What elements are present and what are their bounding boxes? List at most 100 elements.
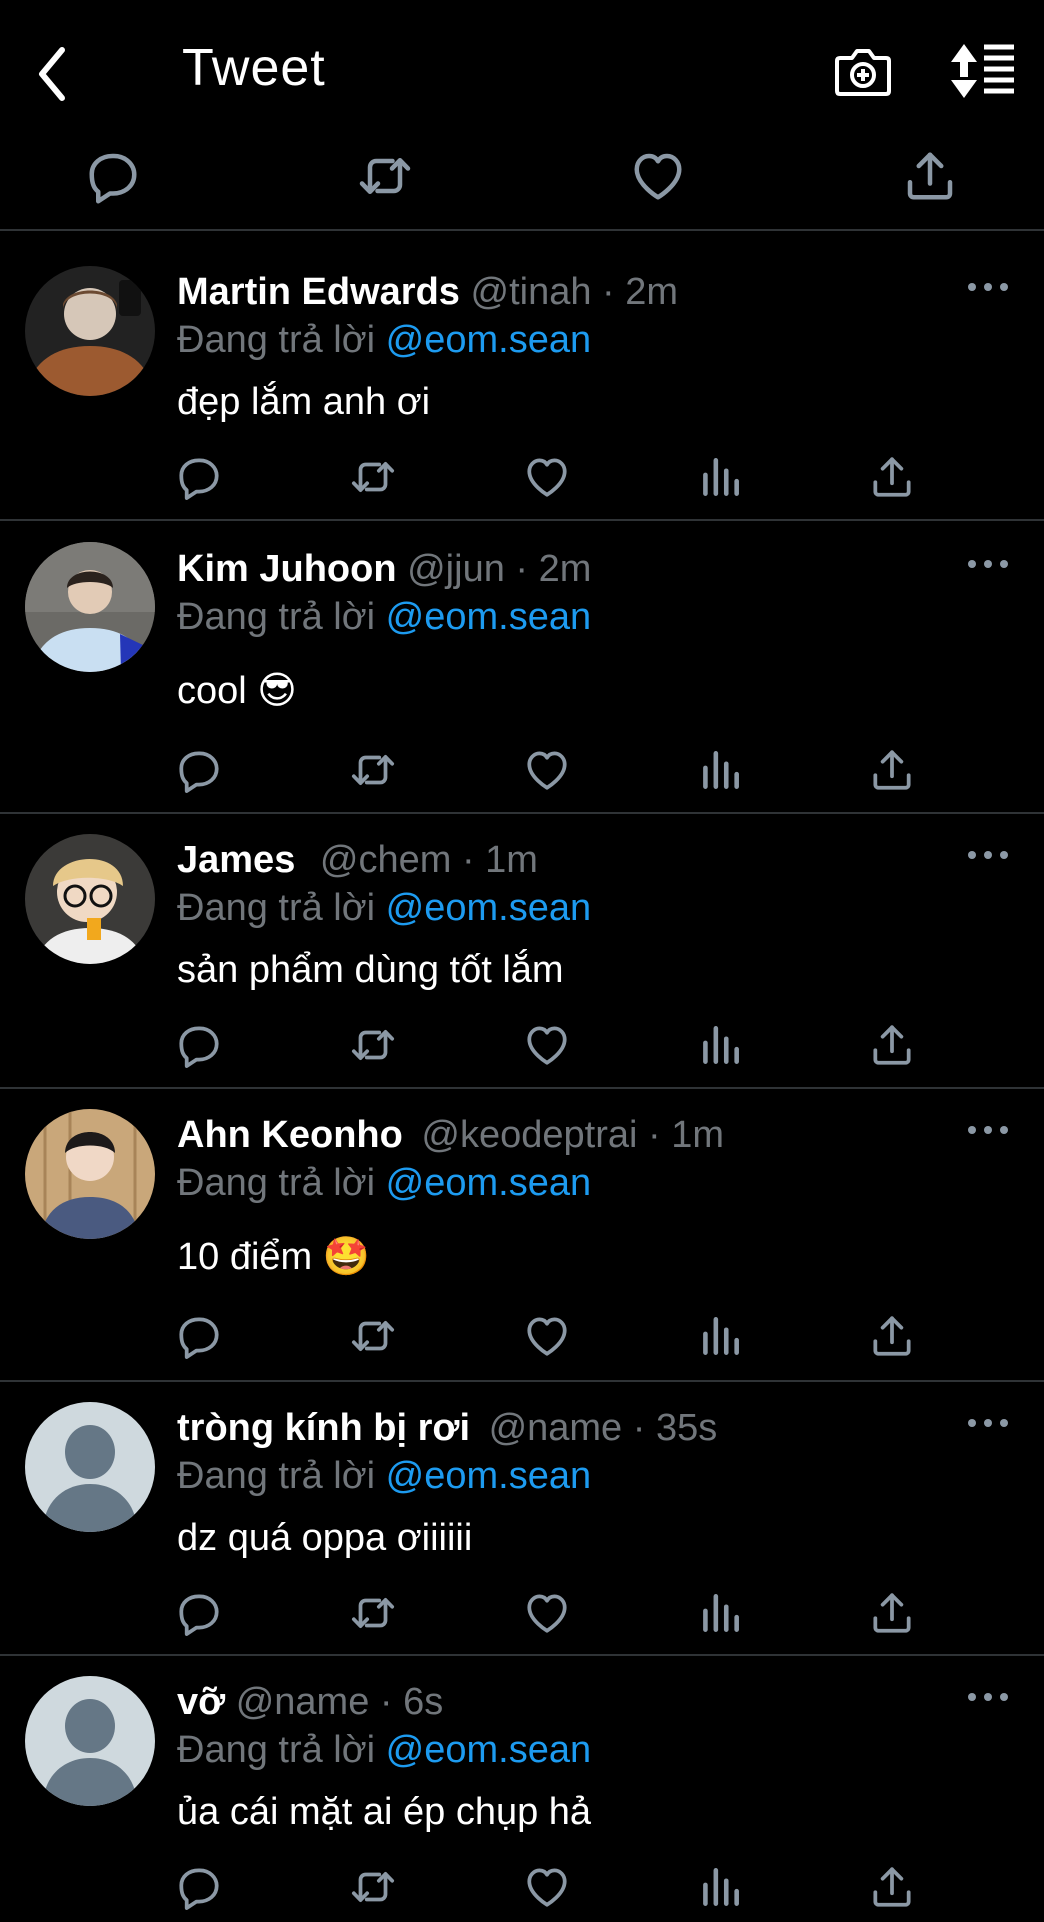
camera-button[interactable] bbox=[832, 40, 894, 102]
avatar[interactable] bbox=[25, 1676, 155, 1806]
retweet-button[interactable] bbox=[348, 452, 398, 502]
reply-tweet[interactable]: Martin Edwards @tinah · 2m Đang trả lời … bbox=[0, 232, 1044, 520]
avatar[interactable] bbox=[25, 1402, 155, 1532]
timestamp[interactable]: 35s bbox=[656, 1407, 717, 1449]
display-name[interactable]: James bbox=[177, 839, 295, 881]
share-button[interactable] bbox=[867, 1588, 917, 1638]
timestamp[interactable]: 1m bbox=[485, 839, 538, 881]
user-handle[interactable]: @keodeptrai bbox=[421, 1114, 637, 1156]
sort-button[interactable] bbox=[948, 40, 1018, 102]
stats-icon bbox=[695, 745, 745, 795]
replying-to-label: Đang trả lời bbox=[177, 1162, 376, 1204]
like-button[interactable] bbox=[522, 1588, 572, 1638]
separator: · bbox=[591, 271, 626, 313]
tweet-header: Martin Edwards @tinah · 2m bbox=[177, 268, 678, 316]
analytics-button[interactable] bbox=[695, 1020, 745, 1070]
replying-to: Đang trả lời @eom.sean bbox=[177, 1159, 591, 1207]
like-button[interactable] bbox=[522, 745, 572, 795]
like-button[interactable] bbox=[522, 1020, 572, 1070]
back-button[interactable] bbox=[30, 38, 80, 108]
more-options-button[interactable] bbox=[966, 1686, 1010, 1708]
reply-tweet[interactable]: Kim Juhoon @jjun · 2m Đang trả lời @eom.… bbox=[0, 505, 1044, 815]
analytics-button[interactable] bbox=[695, 745, 745, 795]
mention-link[interactable]: @eom.sean bbox=[386, 1729, 591, 1771]
analytics-button[interactable] bbox=[695, 1311, 745, 1361]
more-options-button[interactable] bbox=[966, 1119, 1010, 1141]
stats-icon bbox=[695, 1862, 745, 1912]
retweet-button[interactable] bbox=[348, 1311, 398, 1361]
retweet-button[interactable] bbox=[348, 1862, 398, 1912]
avatar[interactable] bbox=[25, 266, 155, 396]
reply-tweet[interactable]: vỡ @name · 6s Đang trả lời @eom.sean ủa … bbox=[0, 1638, 1044, 1920]
reply-icon bbox=[174, 452, 224, 502]
like-button[interactable] bbox=[522, 1311, 572, 1361]
reply-button[interactable] bbox=[174, 1020, 224, 1070]
timestamp[interactable]: 2m bbox=[625, 271, 678, 313]
mention-link[interactable]: @eom.sean bbox=[386, 596, 591, 638]
more-options-button[interactable] bbox=[966, 276, 1010, 298]
display-name[interactable]: Martin Edwards bbox=[177, 271, 460, 313]
retweet-button[interactable] bbox=[348, 1020, 398, 1070]
avatar[interactable] bbox=[25, 834, 155, 964]
analytics-button[interactable] bbox=[695, 452, 745, 502]
top-bar: Tweet bbox=[0, 0, 1044, 140]
analytics-button[interactable] bbox=[695, 1862, 745, 1912]
stats-icon bbox=[695, 1020, 745, 1070]
display-name[interactable]: Ahn Keonho bbox=[177, 1114, 403, 1156]
user-handle[interactable]: @chem bbox=[320, 839, 452, 881]
display-name[interactable]: vỡ bbox=[177, 1681, 225, 1723]
avatar[interactable] bbox=[25, 542, 155, 672]
share-button[interactable] bbox=[867, 745, 917, 795]
timestamp[interactable]: 6s bbox=[403, 1681, 443, 1723]
reply-button[interactable] bbox=[174, 1311, 224, 1361]
tweet-text: ủa cái mặt ai ép chụp hả bbox=[177, 1791, 592, 1833]
tweet-actions bbox=[0, 1311, 1044, 1371]
retweet-button[interactable] bbox=[348, 1588, 398, 1638]
reply-icon bbox=[174, 1311, 224, 1361]
share-button[interactable] bbox=[867, 1311, 917, 1361]
like-button[interactable] bbox=[522, 452, 572, 502]
like-button[interactable] bbox=[522, 1862, 572, 1912]
share-button[interactable] bbox=[867, 1862, 917, 1912]
like-button[interactable] bbox=[628, 146, 688, 206]
reply-button[interactable] bbox=[174, 452, 224, 502]
more-icon bbox=[966, 844, 1010, 866]
share-button[interactable] bbox=[867, 452, 917, 502]
sort-icon bbox=[951, 44, 1014, 98]
more-options-button[interactable] bbox=[966, 553, 1010, 575]
more-options-button[interactable] bbox=[966, 844, 1010, 866]
analytics-button[interactable] bbox=[695, 1588, 745, 1638]
mention-link[interactable]: @eom.sean bbox=[386, 319, 591, 361]
user-handle[interactable]: @name bbox=[489, 1407, 623, 1449]
reply-tweet[interactable]: tròng kính bị rơi @name · 35s Đang trả l… bbox=[0, 1364, 1044, 1654]
default-avatar-icon bbox=[25, 1402, 155, 1532]
mention-link[interactable]: @eom.sean bbox=[386, 1455, 591, 1497]
user-handle[interactable]: @jjun bbox=[407, 548, 505, 590]
user-handle[interactable]: @name bbox=[236, 1681, 370, 1723]
share-button[interactable] bbox=[867, 1020, 917, 1070]
avatar[interactable] bbox=[25, 1109, 155, 1239]
timestamp[interactable]: 2m bbox=[539, 548, 592, 590]
display-name[interactable]: tròng kính bị rơi bbox=[177, 1407, 470, 1449]
replying-to: Đang trả lời @eom.sean bbox=[177, 593, 591, 641]
reply-icon bbox=[83, 146, 143, 206]
share-button[interactable] bbox=[900, 146, 960, 206]
reply-tweet[interactable]: Ahn Keonho @keodeptrai · 1m Đang trả lời… bbox=[0, 1071, 1044, 1381]
reply-button[interactable] bbox=[174, 1588, 224, 1638]
more-icon bbox=[966, 276, 1010, 298]
user-handle[interactable]: @tinah bbox=[471, 271, 592, 313]
display-name[interactable]: Kim Juhoon bbox=[177, 548, 397, 590]
mention-link[interactable]: @eom.sean bbox=[386, 887, 591, 929]
more-options-button[interactable] bbox=[966, 1412, 1010, 1434]
reply-button[interactable] bbox=[174, 1862, 224, 1912]
timestamp[interactable]: 1m bbox=[671, 1114, 724, 1156]
reply-button[interactable] bbox=[83, 146, 143, 206]
reply-tweet[interactable]: James @chem · 1m Đang trả lời @eom.sean … bbox=[0, 796, 1044, 1086]
retweet-button[interactable] bbox=[355, 146, 415, 206]
retweet-button[interactable] bbox=[348, 745, 398, 795]
share-icon bbox=[867, 1020, 917, 1070]
divider bbox=[0, 229, 1044, 231]
reply-button[interactable] bbox=[174, 745, 224, 795]
mention-link[interactable]: @eom.sean bbox=[386, 1162, 591, 1204]
retweet-icon bbox=[348, 1311, 398, 1361]
